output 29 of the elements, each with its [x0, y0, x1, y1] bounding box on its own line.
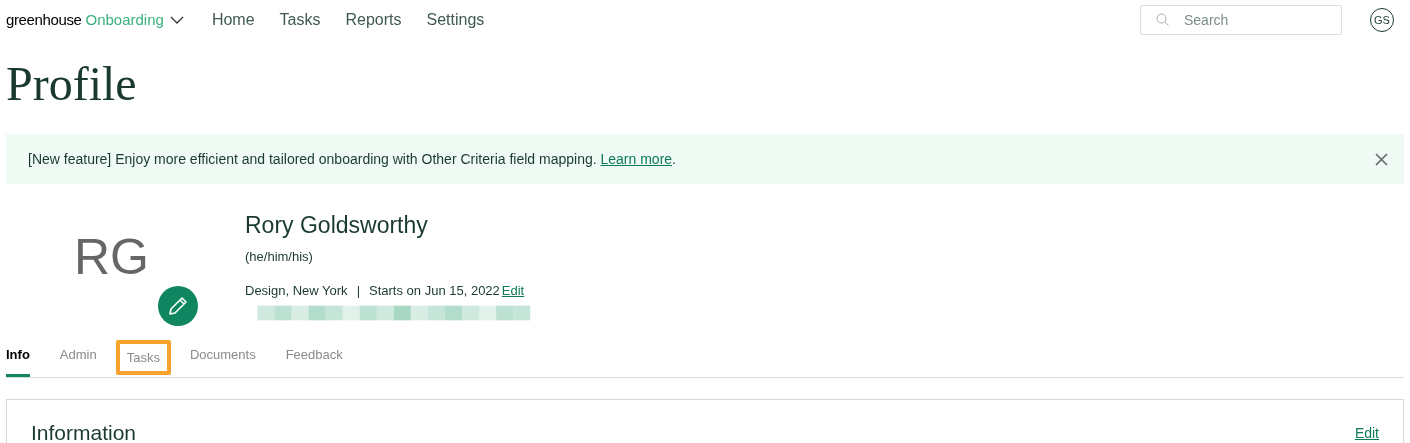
edit-link[interactable]: Edit	[1354, 423, 1379, 443]
tab[interactable]: Documents	[189, 344, 256, 377]
card-title: Information	[31, 420, 137, 443]
close-icon[interactable]	[1375, 152, 1388, 166]
tab[interactable]: Info	[6, 344, 30, 377]
edit-photo-button[interactable]	[158, 286, 198, 326]
separator: |	[356, 281, 360, 300]
nav-link[interactable]: Home	[211, 8, 255, 32]
tab[interactable]: Tasks	[115, 339, 171, 375]
location: Design, New York	[245, 281, 348, 300]
avatar-initials: RG	[74, 232, 149, 282]
edit-link[interactable]: Edit	[501, 280, 525, 300]
tab[interactable]: Admin	[59, 344, 97, 377]
employee-name: Rory Goldsworthy	[245, 214, 428, 237]
nav-link[interactable]: Settings	[426, 8, 485, 32]
page-title: Profile	[6, 60, 137, 108]
search-field[interactable]: Search	[1140, 5, 1342, 35]
pronouns: (he/him/his)	[245, 248, 313, 266]
start-date: Starts on Jun 15, 2022	[369, 281, 500, 300]
chevron-down-icon[interactable]	[169, 16, 184, 24]
tab[interactable]: Feedback	[285, 344, 343, 377]
logo[interactable]: greenhouse	[6, 8, 82, 32]
pencil-icon	[167, 295, 189, 317]
search-icon	[1156, 13, 1169, 26]
nav-link[interactable]: Tasks	[279, 8, 321, 32]
learn-more-link[interactable]: Learn more	[600, 150, 673, 167]
banner-text: [New feature] Enjoy more efficient and tailored onboarding with Other Criteria field mapping. Learn more.	[28, 149, 677, 169]
nav-link[interactable]: Reports	[345, 8, 402, 32]
product-name[interactable]: Onboarding	[85, 8, 164, 32]
